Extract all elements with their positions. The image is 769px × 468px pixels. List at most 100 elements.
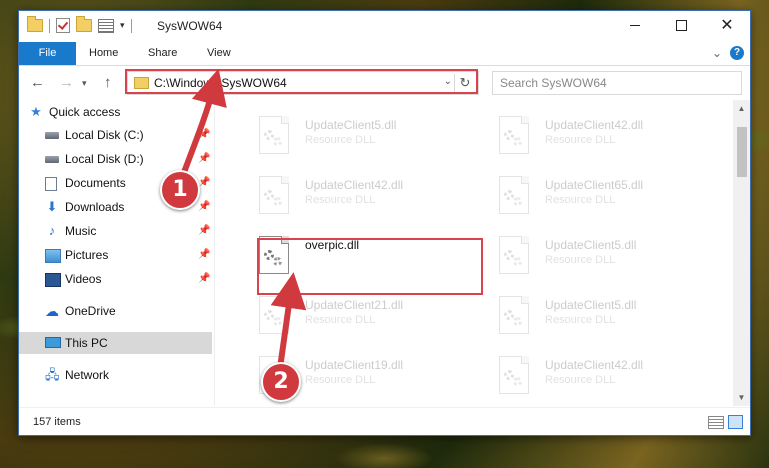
help-icon[interactable]: ?: [730, 46, 744, 60]
sidebar-item-network[interactable]: 🖧 Network: [19, 364, 212, 386]
ribbon-tabs: File Home Share View ⌄ ?: [19, 42, 750, 66]
pin-icon: 📌: [198, 129, 211, 140]
dll-file-icon: [499, 116, 531, 156]
large-icons-view-icon[interactable]: [728, 415, 743, 429]
file-name: UpdateClient5.dll: [545, 298, 637, 312]
recent-locations-chevron-icon[interactable]: ▾: [82, 78, 87, 89]
properties-check-icon[interactable]: [56, 18, 70, 33]
file-name: UpdateClient5.dll: [305, 118, 397, 132]
file-name: UpdateClient65.dll: [545, 178, 644, 192]
properties-icon[interactable]: [98, 18, 114, 33]
sidebar-item-quick-access[interactable]: ★ Quick access: [19, 101, 212, 123]
file-type: Resource DLL: [545, 134, 616, 146]
sidebar-item-videos[interactable]: Videos 📌: [19, 268, 212, 290]
this-pc-icon: [45, 337, 61, 348]
pin-icon: 📌: [198, 249, 211, 260]
item-count: 157 items: [33, 416, 81, 428]
back-arrow-icon[interactable]: ←: [30, 74, 45, 91]
sidebar-item-local-disk-c[interactable]: Local Disk (C:) 📌: [19, 124, 212, 146]
new-folder-icon[interactable]: [76, 16, 92, 32]
sidebar-item-label: This PC: [65, 336, 108, 350]
file-type: Resource DLL: [305, 194, 376, 206]
address-bar[interactable]: C:\Windows\SysWOW64 ⌄ ↻: [127, 71, 479, 95]
customize-toolbar-chevron-icon[interactable]: ▾: [120, 20, 125, 31]
tab-view[interactable]: View: [207, 42, 231, 65]
dll-file-icon: [499, 296, 531, 336]
close-icon: ✕: [720, 17, 734, 34]
status-bar: 157 items: [19, 407, 750, 435]
music-icon: ♪: [48, 223, 56, 238]
search-placeholder: Search SysWOW64: [500, 76, 607, 90]
pane-divider[interactable]: [214, 100, 215, 406]
file-item[interactable]: UpdateClient21.dll Resource DLL: [259, 290, 489, 344]
sidebar-item-local-disk-d[interactable]: Local Disk (D:) 📌: [19, 148, 212, 170]
maximize-icon: [675, 20, 687, 32]
file-type: Resource DLL: [545, 194, 616, 206]
onedrive-icon: ☁: [45, 303, 59, 319]
file-item[interactable]: UpdateClient5.dll Resource DLL: [499, 230, 729, 284]
file-list: UpdateClient5.dll Resource DLL UpdateClien…: [229, 100, 731, 406]
file-item[interactable]: UpdateClient42.dll Resource DLL: [499, 350, 729, 404]
address-history-chevron-icon[interactable]: ⌄: [444, 76, 452, 87]
sidebar-item-pictures[interactable]: Pictures 📌: [19, 244, 212, 266]
close-button[interactable]: ✕: [704, 11, 750, 42]
file-type: Resource DLL: [545, 254, 616, 266]
maximize-button[interactable]: [658, 11, 704, 42]
dll-file-icon: [259, 236, 291, 276]
file-name: UpdateClient19.dll: [305, 358, 404, 372]
scroll-up-icon[interactable]: ▲: [733, 100, 750, 117]
file-item[interactable]: UpdateClient42.dll Resource DLL: [259, 170, 489, 224]
step-badge-1: 1: [160, 170, 200, 210]
sidebar-item-label: Local Disk (D:): [65, 152, 144, 166]
documents-icon: [45, 177, 57, 191]
sidebar-item-label: OneDrive: [65, 304, 116, 318]
scrollbar-thumb[interactable]: [737, 127, 747, 177]
navigation-pane: ★ Quick access Local Disk (C:) 📌 Local D…: [19, 100, 214, 406]
sidebar-item-this-pc[interactable]: This PC: [19, 332, 212, 354]
scroll-down-icon[interactable]: ▼: [733, 389, 750, 406]
expand-ribbon-chevron-icon[interactable]: ⌄: [712, 46, 722, 60]
minimize-icon: [630, 25, 640, 27]
sidebar-item-label: Quick access: [49, 105, 121, 119]
tab-share[interactable]: Share: [148, 42, 177, 65]
file-item[interactable]: UpdateClient42.dll Resource DLL: [499, 110, 729, 164]
sidebar-item-label: Downloads: [65, 200, 125, 214]
network-icon: 🖧: [45, 367, 60, 382]
sidebar-item-onedrive[interactable]: ☁ OneDrive: [19, 300, 212, 322]
file-name: UpdateClient42.dll: [305, 178, 404, 192]
minimize-button[interactable]: [612, 11, 658, 42]
file-name: UpdateClient42.dll: [545, 118, 644, 132]
file-name: UpdateClient5.dll: [545, 238, 637, 252]
sidebar-item-label: Local Disk (C:): [65, 128, 144, 142]
sidebar-item-music[interactable]: ♪ Music 📌: [19, 220, 212, 242]
toolbar-divider: [130, 18, 132, 33]
file-name: overpic.dll: [305, 238, 360, 252]
dll-file-icon: [259, 296, 291, 336]
file-item[interactable]: overpic.dll: [259, 230, 489, 284]
pin-icon: 📌: [198, 153, 211, 164]
file-type: Resource DLL: [545, 314, 616, 326]
refresh-icon[interactable]: ↻: [454, 74, 475, 92]
search-input[interactable]: Search SysWOW64: [492, 71, 742, 95]
file-item[interactable]: UpdateClient65.dll Resource DLL: [499, 170, 729, 224]
file-name: UpdateClient21.dll: [305, 298, 404, 312]
vertical-scrollbar[interactable]: ▲ ▼: [733, 100, 750, 406]
details-view-icon[interactable]: [708, 416, 724, 429]
file-item[interactable]: UpdateClient5.dll Resource DLL: [499, 290, 729, 344]
address-path[interactable]: C:\Windows\SysWOW64: [154, 76, 287, 90]
file-item[interactable]: UpdateClient5.dll Resource DLL: [259, 110, 489, 164]
forward-arrow-icon[interactable]: →: [59, 74, 74, 91]
videos-icon: [45, 273, 61, 287]
dll-file-icon: [499, 176, 531, 216]
dll-file-icon: [259, 116, 291, 156]
file-type: Resource DLL: [305, 374, 376, 386]
tab-file[interactable]: File: [19, 42, 76, 65]
local-disk-icon: [45, 156, 59, 163]
sidebar-item-label: Videos: [65, 272, 102, 286]
up-arrow-icon[interactable]: ↑: [104, 74, 112, 91]
file-type: Resource DLL: [305, 134, 376, 146]
star-icon: ★: [30, 104, 42, 119]
sidebar-item-label: Pictures: [65, 248, 109, 262]
address-row: ← → ▾ ↑ C:\Windows\SysWOW64 ⌄ ↻ Search S…: [19, 66, 750, 100]
tab-home[interactable]: Home: [89, 42, 118, 65]
